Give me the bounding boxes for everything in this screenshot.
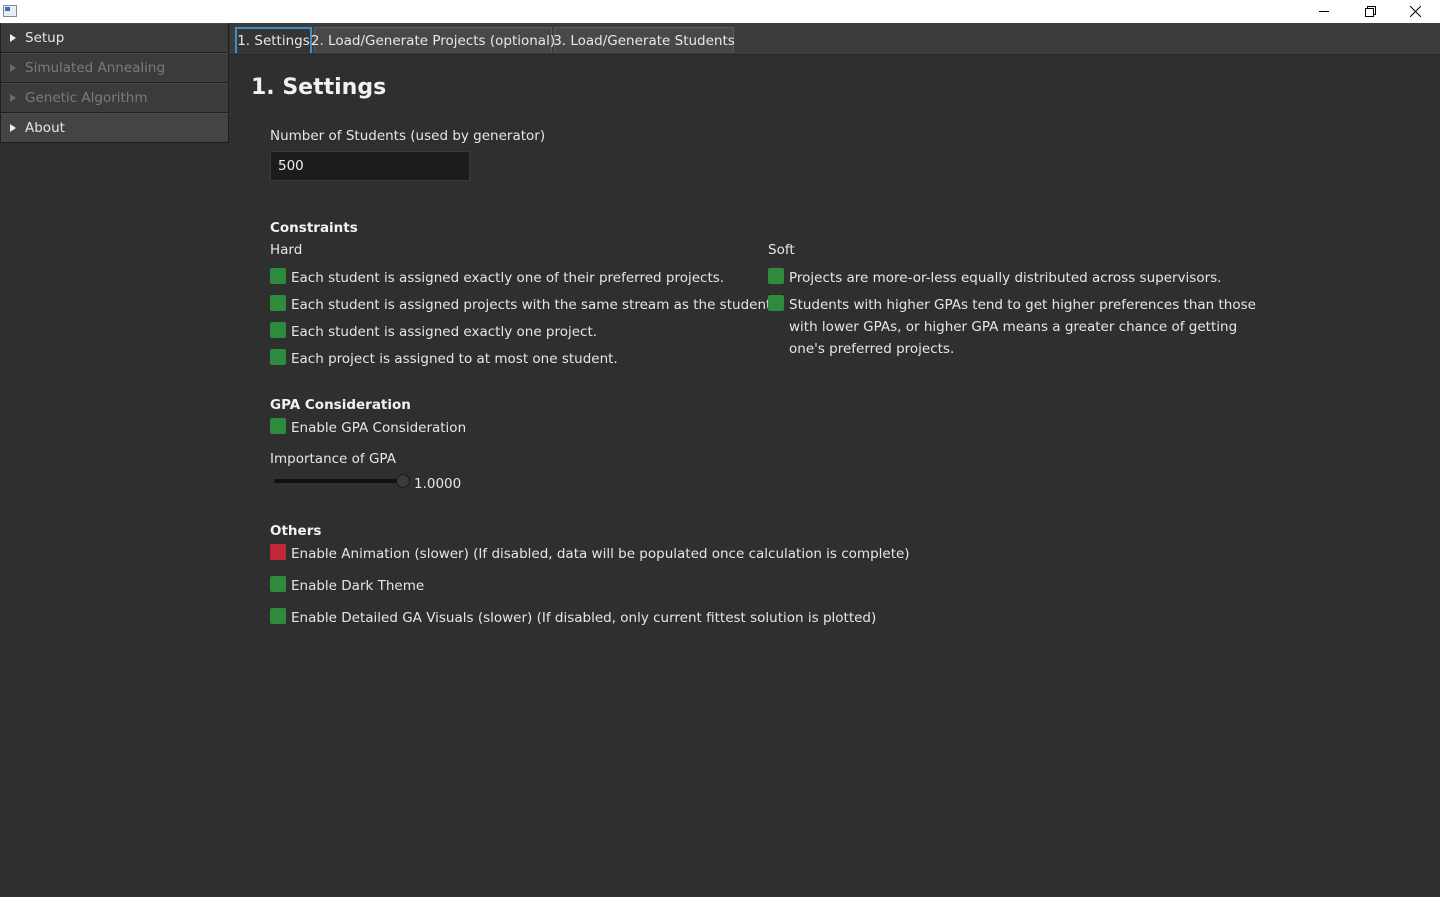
sidebar: Setup Simulated Annealing Genetic Algori… bbox=[0, 23, 230, 897]
expand-arrow-icon bbox=[10, 64, 16, 72]
checkbox-box[interactable] bbox=[270, 544, 286, 560]
soft-constraint-checkbox[interactable]: Students with higher GPAs tend to get hi… bbox=[768, 294, 1268, 360]
tab-label: 3. Load/Generate Students bbox=[553, 32, 735, 49]
hard-constraint-checkbox[interactable]: Each student is assigned projects with t… bbox=[270, 294, 776, 316]
checkbox-label: Each project is assigned to at most one … bbox=[291, 351, 618, 367]
sidebar-item-label: About bbox=[25, 120, 65, 136]
checkbox-label: Projects are more-or-less equally distri… bbox=[789, 270, 1222, 286]
checkbox-label: Each student is assigned exactly one of … bbox=[291, 270, 725, 286]
sidebar-item-about[interactable]: About bbox=[0, 113, 229, 143]
hard-constraints-label: Hard bbox=[270, 242, 303, 258]
expand-arrow-icon bbox=[10, 124, 16, 132]
checkbox-label: Enable Animation (slower) (If disabled, … bbox=[291, 546, 910, 562]
soft-constraint-checkbox[interactable]: Projects are more-or-less equally distri… bbox=[768, 267, 1221, 289]
tab-load-generate-students[interactable]: 3. Load/Generate Students bbox=[553, 27, 735, 53]
tab-bar: 1. Settings 2. Load/Generate Projects (o… bbox=[230, 23, 1440, 55]
checkbox-box[interactable] bbox=[270, 418, 286, 434]
tab-label: 1. Settings bbox=[237, 33, 310, 49]
checkbox-label: Each student is assigned projects with t… bbox=[291, 297, 776, 313]
gpa-importance-slider[interactable] bbox=[274, 473, 410, 489]
restore-icon bbox=[1364, 6, 1376, 17]
others-section-title: Others bbox=[270, 523, 322, 539]
sidebar-item-genetic-algorithm: Genetic Algorithm bbox=[0, 83, 229, 113]
checkbox-box[interactable] bbox=[768, 268, 784, 284]
sidebar-item-label: Setup bbox=[25, 30, 65, 46]
checkbox-box[interactable] bbox=[768, 295, 784, 311]
restore-button[interactable] bbox=[1347, 0, 1393, 23]
gpa-importance-value: 1.0000 bbox=[414, 476, 462, 492]
checkbox-label: Enable GPA Consideration bbox=[291, 420, 467, 436]
checkbox-box[interactable] bbox=[270, 349, 286, 365]
enable-animation-checkbox[interactable]: Enable Animation (slower) (If disabled, … bbox=[270, 543, 910, 565]
sidebar-item-simulated-annealing: Simulated Annealing bbox=[0, 53, 229, 83]
checkbox-box[interactable] bbox=[270, 295, 286, 311]
checkbox-box[interactable] bbox=[270, 576, 286, 592]
tab-settings[interactable]: 1. Settings bbox=[235, 27, 312, 53]
minimize-icon bbox=[1318, 11, 1329, 12]
slider-track[interactable] bbox=[274, 479, 402, 483]
enable-gpa-checkbox[interactable]: Enable GPA Consideration bbox=[270, 417, 466, 439]
checkbox-box[interactable] bbox=[270, 608, 286, 624]
sidebar-item-label: Genetic Algorithm bbox=[25, 90, 148, 106]
gpa-importance-label: Importance of GPA bbox=[270, 451, 396, 467]
checkbox-label: Enable Detailed GA Visuals (slower) (If … bbox=[291, 610, 877, 626]
num-students-label: Number of Students (used by generator) bbox=[270, 128, 546, 144]
checkbox-box[interactable] bbox=[270, 322, 286, 338]
page-title: 1. Settings bbox=[251, 75, 387, 100]
close-button[interactable] bbox=[1392, 0, 1438, 23]
sidebar-item-label: Simulated Annealing bbox=[25, 60, 166, 76]
num-students-input[interactable] bbox=[270, 151, 470, 181]
soft-constraints-label: Soft bbox=[768, 242, 795, 258]
expand-arrow-icon bbox=[10, 94, 16, 102]
app-icon bbox=[3, 5, 17, 17]
tab-load-generate-projects[interactable]: 2. Load/Generate Projects (optional) bbox=[310, 27, 556, 53]
checkbox-box[interactable] bbox=[270, 268, 286, 284]
minimize-button[interactable] bbox=[1301, 0, 1347, 23]
hard-constraint-checkbox[interactable]: Each student is assigned exactly one pro… bbox=[270, 321, 597, 343]
expand-arrow-icon bbox=[10, 34, 16, 42]
checkbox-label: Enable Dark Theme bbox=[291, 578, 425, 594]
checkbox-label: Each student is assigned exactly one pro… bbox=[291, 324, 598, 340]
checkbox-label: Students with higher GPAs tend to get hi… bbox=[789, 297, 1256, 357]
slider-thumb[interactable] bbox=[396, 474, 410, 488]
window-titlebar bbox=[0, 0, 1440, 23]
sidebar-item-setup[interactable]: Setup bbox=[0, 23, 229, 53]
enable-detailed-ga-visuals-checkbox[interactable]: Enable Detailed GA Visuals (slower) (If … bbox=[270, 607, 876, 629]
main-content: 1. Settings 2. Load/Generate Projects (o… bbox=[230, 23, 1440, 897]
hard-constraint-checkbox[interactable]: Each student is assigned exactly one of … bbox=[270, 267, 724, 289]
tab-label: 2. Load/Generate Projects (optional) bbox=[310, 32, 556, 49]
close-icon bbox=[1409, 6, 1421, 17]
hard-constraint-checkbox[interactable]: Each project is assigned to at most one … bbox=[270, 348, 618, 370]
constraints-title: Constraints bbox=[270, 220, 358, 236]
enable-dark-theme-checkbox[interactable]: Enable Dark Theme bbox=[270, 575, 424, 597]
gpa-section-title: GPA Consideration bbox=[270, 397, 411, 413]
